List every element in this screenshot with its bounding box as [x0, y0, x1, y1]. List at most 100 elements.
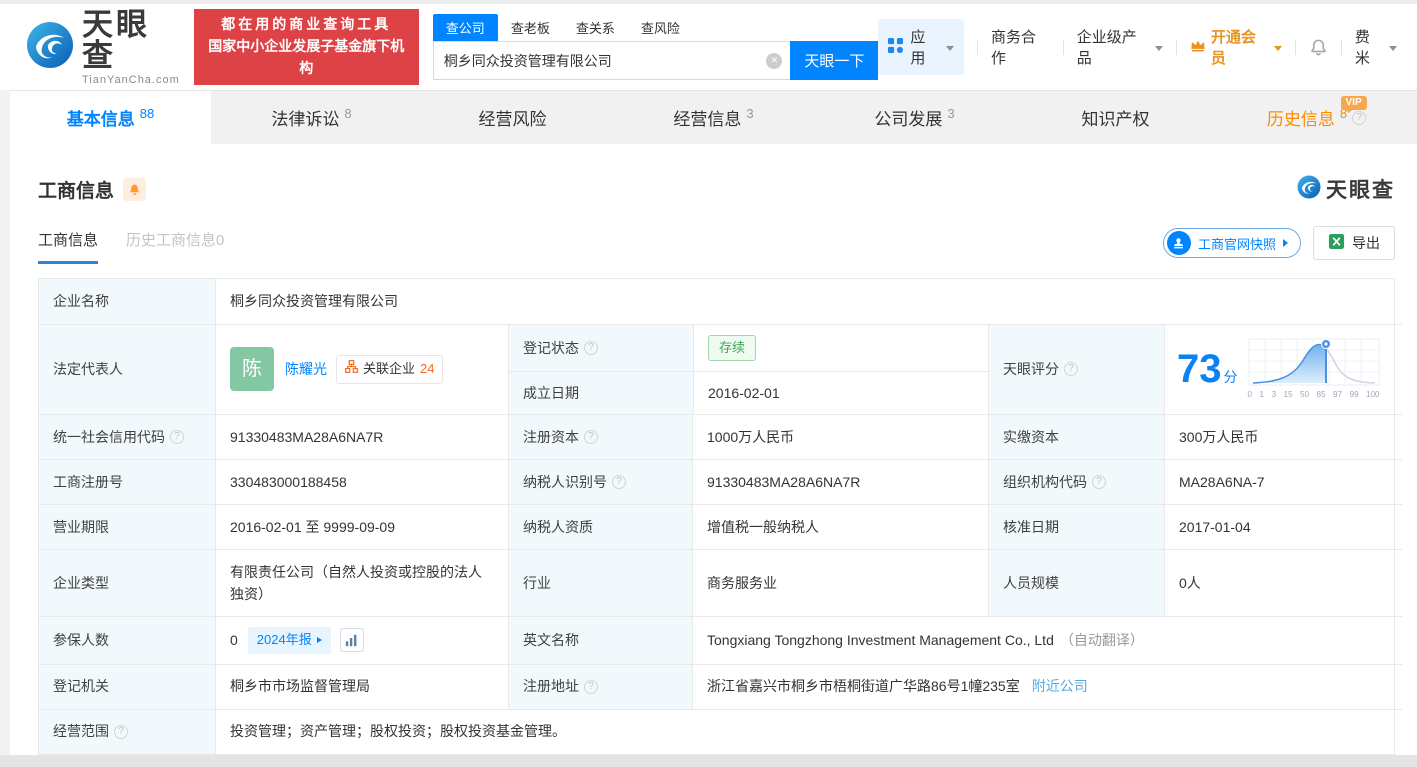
- logo-title: 天眼查: [82, 9, 182, 71]
- business-info-subtabs: 工商信息 历史工商信息0: [38, 229, 224, 264]
- field-label: 纳税人资质: [508, 504, 692, 549]
- insured-number: 0: [230, 629, 238, 651]
- company-type-value: 有限责任公司（自然人投资或控股的法人独资）: [215, 549, 508, 616]
- field-label: 组织机构代码: [988, 459, 1164, 504]
- business-info-panel: 工商信息 天眼查: [10, 144, 1417, 755]
- help-icon[interactable]: [1064, 362, 1078, 376]
- annual-report-badge[interactable]: 2024年报: [248, 627, 331, 654]
- promo-line2: 国家中小企业发展子基金旗下机构: [203, 36, 410, 79]
- field-label: 实缴资本: [988, 414, 1164, 459]
- apps-label: 应用: [910, 26, 939, 68]
- tab-intellectual-property[interactable]: 知识产权: [1015, 91, 1216, 144]
- avatar[interactable]: 陈: [230, 347, 274, 391]
- subtab-history-business-info[interactable]: 历史工商信息0: [126, 229, 224, 264]
- score-unit: 分: [1224, 369, 1238, 385]
- nav-enterprise-products[interactable]: 企业级产品: [1077, 26, 1163, 68]
- notification-bell-icon[interactable]: [1309, 38, 1328, 57]
- score-distribution-chart: 0 1 3 15 50 85 97 99 100: [1248, 338, 1380, 402]
- watermark-logo: 天眼查: [1297, 174, 1395, 204]
- tab-basic-info[interactable]: 基本信息 88: [10, 91, 211, 144]
- staff-size-value: 0人: [1164, 549, 1402, 616]
- search-tab-relation[interactable]: 查关系: [563, 14, 628, 41]
- subtab-business-info[interactable]: 工商信息: [38, 229, 98, 264]
- tab-company-development[interactable]: 公司发展 3: [814, 91, 1015, 144]
- export-button[interactable]: 导出: [1313, 226, 1395, 260]
- tianyan-score: 73分: [1164, 324, 1402, 414]
- establish-date-value: 2016-02-01: [693, 371, 989, 414]
- auto-translate-note: （自动翻译）: [1060, 629, 1144, 651]
- help-icon[interactable]: [612, 475, 626, 489]
- org-code-value: MA28A6NA-7: [1164, 459, 1402, 504]
- field-label: 核准日期: [988, 504, 1164, 549]
- reg-status-value: 存续: [693, 325, 989, 371]
- tab-legal-proceedings[interactable]: 法律诉讼 8: [211, 91, 412, 144]
- chevron-down-icon: [946, 46, 954, 51]
- top-nav: 应用 商务合作 企业级产品 开通会员: [878, 19, 1397, 75]
- clear-icon[interactable]: [766, 53, 782, 69]
- nav-user-menu[interactable]: 费米: [1355, 26, 1397, 68]
- search-tab-risk[interactable]: 查风险: [628, 14, 693, 41]
- field-label: 纳税人识别号: [508, 459, 692, 504]
- arrow-right-icon: [1283, 239, 1288, 247]
- reg-number-value: 330483000188458: [215, 459, 508, 504]
- score-axis-ticks: 0 1 3 15 50 85 97 99 100: [1248, 389, 1380, 402]
- search-tab-company[interactable]: 查公司: [433, 14, 498, 41]
- tab-label: 法律诉讼: [271, 105, 339, 130]
- promo-banner: 都在用的商业查询工具 国家中小企业发展子基金旗下机构: [194, 9, 419, 84]
- search-button[interactable]: 天眼一下: [790, 41, 878, 80]
- site-header: 天眼查 TianYanCha.com 都在用的商业查询工具 国家中小企业发展子基…: [0, 4, 1417, 90]
- related-companies-badge[interactable]: 关联企业 24: [336, 355, 443, 384]
- field-label: 统一社会信用代码: [39, 414, 215, 459]
- help-icon[interactable]: [1352, 111, 1366, 125]
- search-tabs: 查公司 查老板 查关系 查风险: [433, 14, 879, 41]
- page-bottom-strip: [0, 755, 1417, 767]
- trend-chart-icon[interactable]: [340, 628, 364, 652]
- tab-operation-info[interactable]: 经营信息 3: [613, 91, 814, 144]
- field-label: 英文名称: [508, 616, 692, 664]
- snapshot-label: 工商官网快照: [1198, 234, 1276, 253]
- tab-operation-risk[interactable]: 经营风险: [412, 91, 613, 144]
- tab-history-info[interactable]: 历史信息 8 VIP: [1216, 91, 1417, 144]
- help-icon[interactable]: [114, 725, 128, 739]
- reg-capital-value: 1000万人民币: [692, 414, 988, 459]
- legal-rep-link[interactable]: 陈耀光: [285, 358, 327, 380]
- crown-icon: [1190, 38, 1206, 57]
- help-icon[interactable]: [584, 430, 598, 444]
- watermark-text: 天眼查: [1326, 174, 1395, 204]
- help-icon[interactable]: [584, 680, 598, 694]
- chevron-down-icon: [1274, 46, 1282, 51]
- table-row: 登记机关 桐乡市市场监督管理局 注册地址 浙江省嘉兴市桐乡市梧桐街道广华路86号…: [39, 664, 1394, 709]
- nav-business-coop[interactable]: 商务合作: [991, 26, 1050, 68]
- field-label: 成立日期: [509, 371, 693, 414]
- field-label: 参保人数: [39, 616, 215, 664]
- help-icon[interactable]: [170, 430, 184, 444]
- insured-count-value: 0 2024年报: [215, 616, 508, 664]
- tab-label: 公司发展: [874, 105, 942, 130]
- nearby-companies-link[interactable]: 附近公司: [1032, 675, 1088, 697]
- apps-menu-button[interactable]: 应用: [878, 19, 964, 75]
- search-input[interactable]: [444, 53, 767, 69]
- vip-badge: VIP: [1341, 96, 1367, 110]
- field-label: 法定代表人: [39, 324, 215, 414]
- business-scope-value: 投资管理；资产管理；股权投资；股权投资基金管理。: [215, 709, 1402, 754]
- search-block: 查公司 查老板 查关系 查风险 天眼一下: [433, 14, 879, 80]
- field-label: 经营范围: [39, 709, 215, 754]
- table-row: 参保人数 0 2024年报 英文名称: [39, 616, 1394, 664]
- table-row: 统一社会信用代码 91330483MA28A6NA7R 注册资本 1000万人民…: [39, 414, 1394, 459]
- nav-open-vip[interactable]: 开通会员: [1190, 26, 1282, 68]
- field-label: 营业期限: [39, 504, 215, 549]
- official-snapshot-button[interactable]: 工商官网快照: [1163, 228, 1301, 258]
- apps-grid-icon: [888, 38, 903, 57]
- score-label: 天眼评分: [1003, 358, 1059, 380]
- promo-line1: 都在用的商业查询工具: [203, 14, 410, 36]
- tianyancha-logo[interactable]: 天眼查 TianYanCha.com: [26, 9, 182, 86]
- credit-code-value: 91330483MA28A6NA7R: [215, 414, 508, 459]
- chevron-down-icon: [1389, 46, 1397, 51]
- subscribe-bell-icon[interactable]: [123, 178, 146, 201]
- search-tab-boss[interactable]: 查老板: [498, 14, 563, 41]
- score-value: 73: [1177, 347, 1222, 391]
- section-title: 工商信息: [38, 176, 114, 203]
- tab-count: 8: [344, 106, 351, 121]
- help-icon[interactable]: [1092, 475, 1106, 489]
- help-icon[interactable]: [584, 341, 598, 355]
